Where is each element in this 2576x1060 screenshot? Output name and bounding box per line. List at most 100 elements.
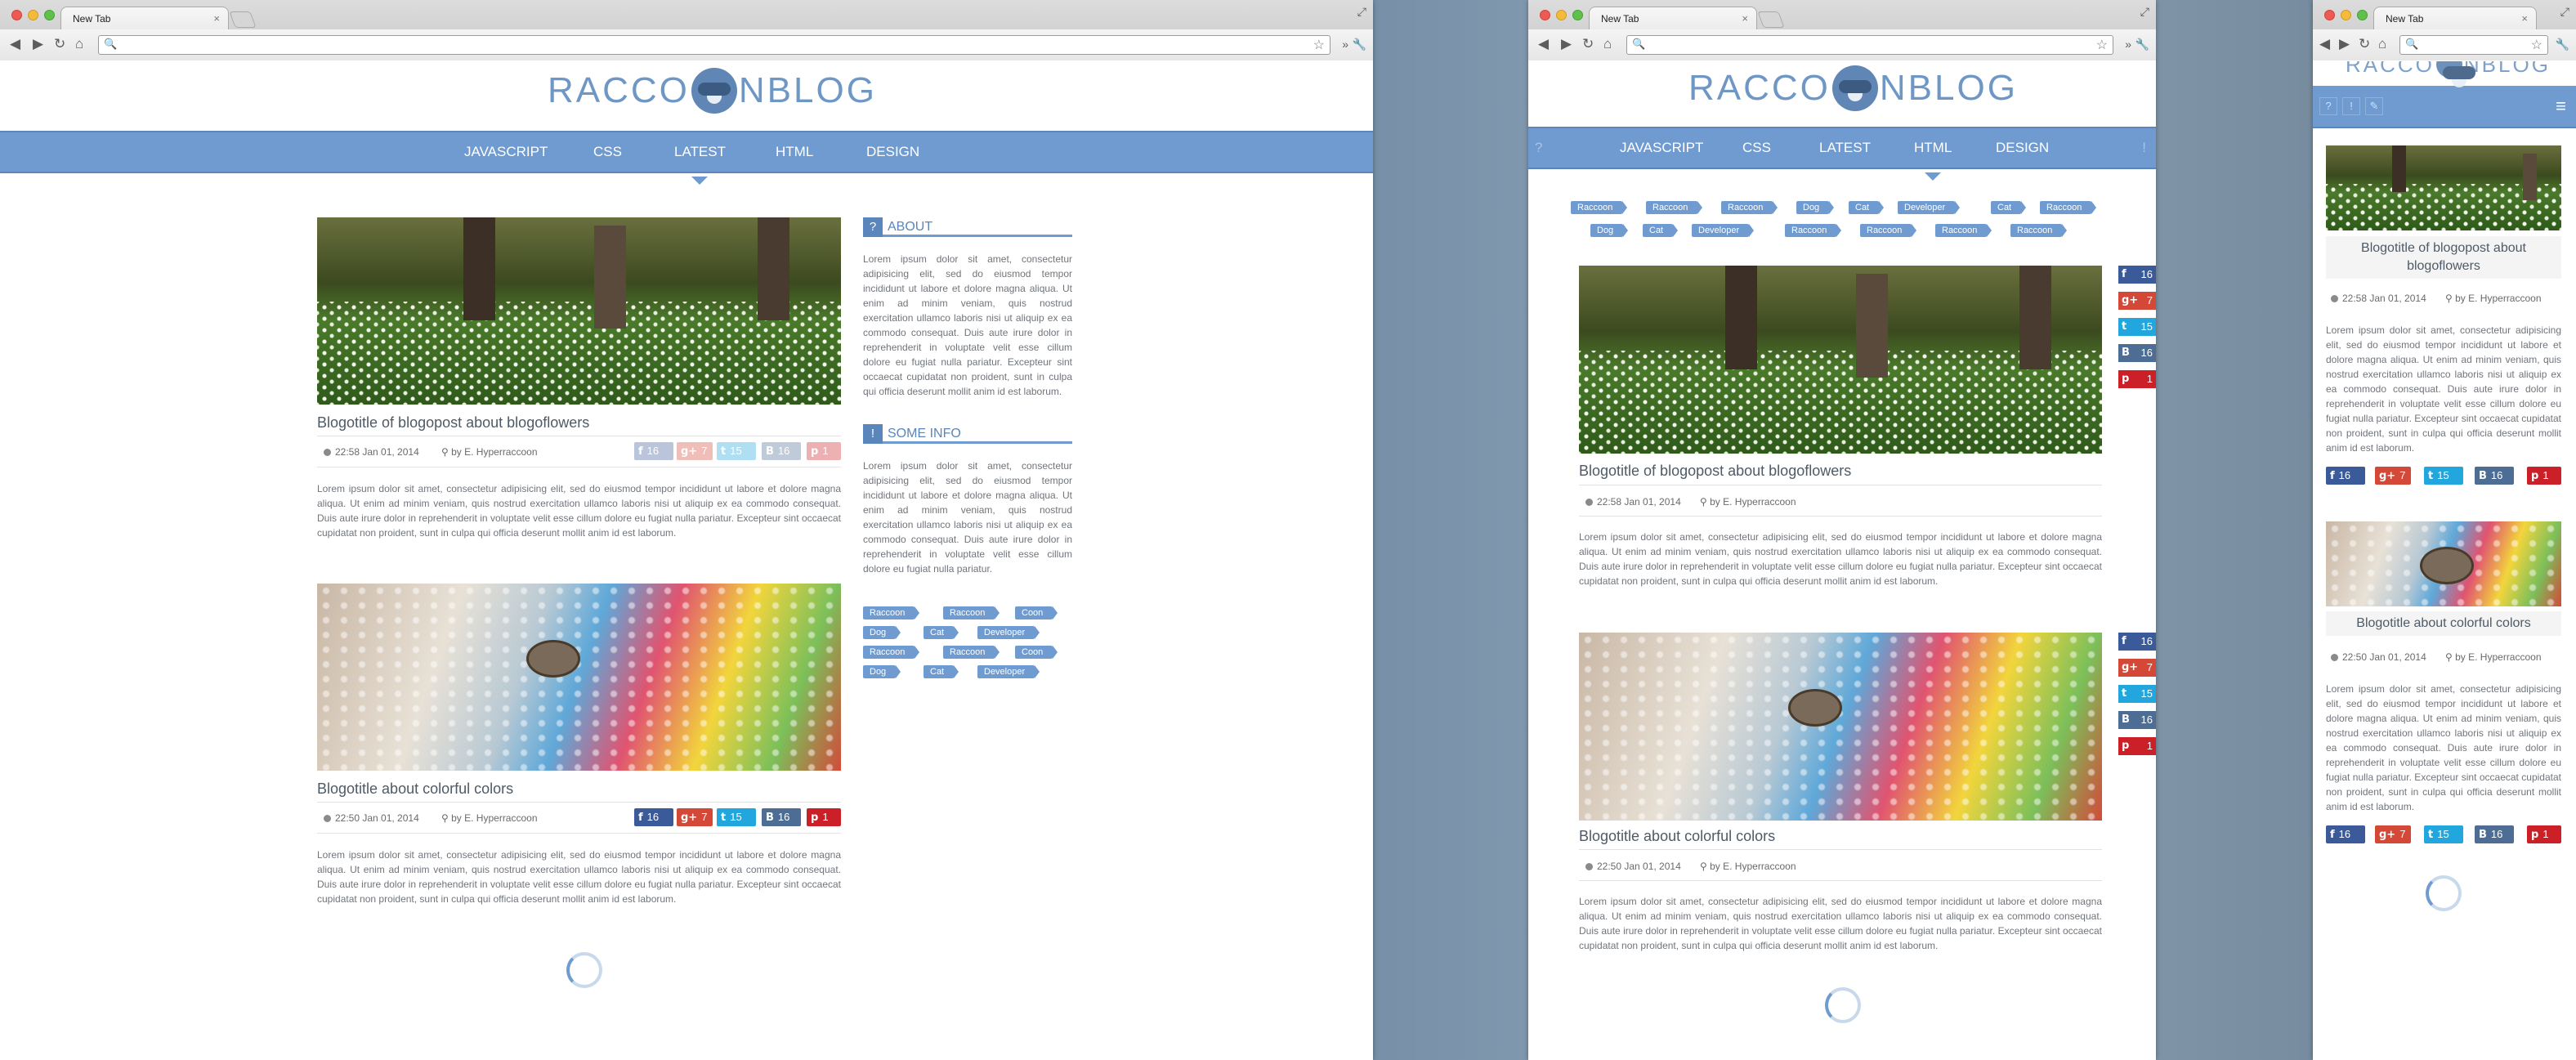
nav-latest[interactable]: LATEST: [674, 144, 726, 185]
address-bar[interactable]: 🔍 ☆: [1626, 35, 2113, 55]
vk-share-button[interactable]: B 16: [2475, 825, 2514, 843]
tag[interactable]: Raccoon: [1646, 201, 1703, 214]
post-title[interactable]: Blogotitle about colorful colors: [1579, 828, 1775, 845]
post-image-paints[interactable]: [317, 584, 841, 771]
site-logo[interactable]: RACCO NBLOG: [1688, 65, 2018, 111]
googleplus-share-button[interactable]: g+ 7: [2118, 292, 2156, 310]
facebook-share-button[interactable]: f 16: [2118, 633, 2156, 651]
post-title[interactable]: Blogotitle of blogopost about blogoflowe…: [2326, 236, 2561, 279]
tag[interactable]: Dog: [1590, 224, 1629, 237]
about-toggle-icon[interactable]: ?: [2319, 97, 2337, 115]
pinterest-share-button[interactable]: p1: [807, 808, 841, 826]
browser-tab[interactable]: New Tab ×: [60, 7, 229, 29]
back-icon[interactable]: ◀: [10, 36, 20, 52]
tag[interactable]: Raccoon: [1935, 224, 1992, 237]
facebook-share-button[interactable]: f 16: [2326, 467, 2365, 485]
info-toggle-icon[interactable]: !: [2142, 140, 2146, 156]
tab-close-icon[interactable]: ×: [2521, 12, 2528, 25]
tag[interactable]: Dog: [863, 665, 901, 678]
tag[interactable]: Raccoon: [863, 646, 920, 659]
pinterest-share-button[interactable]: p1: [2118, 370, 2156, 388]
tag[interactable]: Dog: [863, 626, 901, 639]
twitter-share-button[interactable]: t 15: [717, 442, 756, 460]
tag[interactable]: Raccoon: [2040, 201, 2097, 214]
pinterest-share-button[interactable]: p1: [807, 442, 841, 460]
reload-icon[interactable]: ↻: [54, 36, 65, 52]
tag[interactable]: Dog: [1796, 201, 1835, 214]
new-tab-button[interactable]: [229, 11, 257, 28]
post-image-flowers[interactable]: [1579, 266, 2102, 454]
pinterest-share-button[interactable]: p1: [2527, 825, 2561, 843]
tag[interactable]: Developer: [977, 626, 1040, 639]
wrench-icon[interactable]: 🔧: [2556, 36, 2569, 52]
googleplus-share-button[interactable]: g+ 7: [2118, 659, 2156, 677]
bookmark-star-icon[interactable]: ☆: [1313, 37, 1325, 53]
tags-toggle-icon[interactable]: ✎: [2365, 97, 2383, 115]
extensions-more-icon[interactable]: »: [2125, 36, 2131, 52]
tag[interactable]: Cat: [1643, 224, 1679, 237]
tab-close-icon[interactable]: ×: [213, 12, 220, 25]
tag[interactable]: Developer: [1692, 224, 1755, 237]
post-image-paints[interactable]: [2326, 521, 2561, 606]
wrench-icon[interactable]: 🔧: [2135, 36, 2149, 52]
zoom-window-button[interactable]: [44, 10, 55, 20]
tag[interactable]: Raccoon: [2010, 224, 2068, 237]
tab-close-icon[interactable]: ×: [1742, 12, 1748, 25]
nav-css[interactable]: CSS: [593, 144, 622, 160]
vk-share-button[interactable]: B 16: [762, 442, 801, 460]
pinterest-share-button[interactable]: p1: [2527, 467, 2561, 485]
home-icon[interactable]: ⌂: [2378, 36, 2386, 52]
tag[interactable]: Raccoon: [1571, 201, 1628, 214]
twitter-share-button[interactable]: t 15: [2118, 318, 2156, 336]
twitter-share-button[interactable]: t 15: [2424, 467, 2463, 485]
bookmark-star-icon[interactable]: ☆: [2531, 37, 2542, 53]
tag[interactable]: Developer: [1898, 201, 1961, 214]
address-bar[interactable]: 🔍 ☆: [2399, 35, 2548, 55]
back-icon[interactable]: ◀: [1538, 36, 1549, 52]
facebook-share-button[interactable]: f 16: [2118, 266, 2156, 284]
tag[interactable]: Raccoon: [1721, 201, 1778, 214]
tag[interactable]: Cat: [924, 665, 959, 678]
googleplus-share-button[interactable]: g+ 7: [677, 808, 713, 826]
tag[interactable]: Coon: [1015, 606, 1058, 619]
pinterest-share-button[interactable]: p1: [2118, 737, 2156, 755]
forward-icon[interactable]: ▶: [33, 36, 43, 52]
tag[interactable]: Raccoon: [863, 606, 920, 619]
site-logo[interactable]: RACCO NBLOG: [2346, 61, 2551, 87]
info-toggle-icon[interactable]: !: [2342, 97, 2360, 115]
nav-css[interactable]: CSS: [1742, 140, 1771, 156]
address-bar[interactable]: 🔍 ☆: [98, 35, 1330, 55]
vk-share-button[interactable]: B 16: [762, 808, 801, 826]
forward-icon[interactable]: ▶: [2339, 36, 2350, 52]
browser-tab[interactable]: New Tab ×: [2373, 7, 2537, 29]
vk-share-button[interactable]: B 16: [2118, 711, 2156, 729]
minimize-window-button[interactable]: [2341, 10, 2351, 20]
facebook-share-button[interactable]: f 16: [634, 442, 673, 460]
post-image-flowers[interactable]: [2326, 145, 2561, 230]
nav-html[interactable]: HTML: [1914, 140, 1952, 181]
minimize-window-button[interactable]: [28, 10, 38, 20]
googleplus-share-button[interactable]: g+ 7: [2375, 467, 2411, 485]
home-icon[interactable]: ⌂: [1603, 36, 1612, 52]
close-window-button[interactable]: [11, 10, 22, 20]
googleplus-share-button[interactable]: g+ 7: [677, 442, 713, 460]
twitter-share-button[interactable]: t 15: [2118, 685, 2156, 703]
home-icon[interactable]: ⌂: [75, 36, 83, 52]
googleplus-share-button[interactable]: g+ 7: [2375, 825, 2411, 843]
new-tab-button[interactable]: [1757, 11, 1785, 28]
fullscreen-icon[interactable]: ⤢: [2140, 5, 2149, 19]
tag[interactable]: Coon: [1015, 646, 1058, 659]
minimize-window-button[interactable]: [1556, 10, 1567, 20]
fullscreen-icon[interactable]: ⤢: [2560, 5, 2569, 19]
bookmark-star-icon[interactable]: ☆: [2096, 37, 2108, 53]
facebook-share-button[interactable]: f 16: [634, 808, 673, 826]
wrench-icon[interactable]: 🔧: [1353, 36, 1366, 52]
back-icon[interactable]: ◀: [2319, 36, 2330, 52]
post-title[interactable]: Blogotitle about colorful colors: [2326, 611, 2561, 636]
facebook-share-button[interactable]: f 16: [2326, 825, 2365, 843]
tag[interactable]: Raccoon: [943, 646, 1000, 659]
vk-share-button[interactable]: B 16: [2475, 467, 2514, 485]
nav-design[interactable]: DESIGN: [1996, 140, 2049, 156]
reload-icon[interactable]: ↻: [1582, 36, 1594, 52]
zoom-window-button[interactable]: [1572, 10, 1583, 20]
